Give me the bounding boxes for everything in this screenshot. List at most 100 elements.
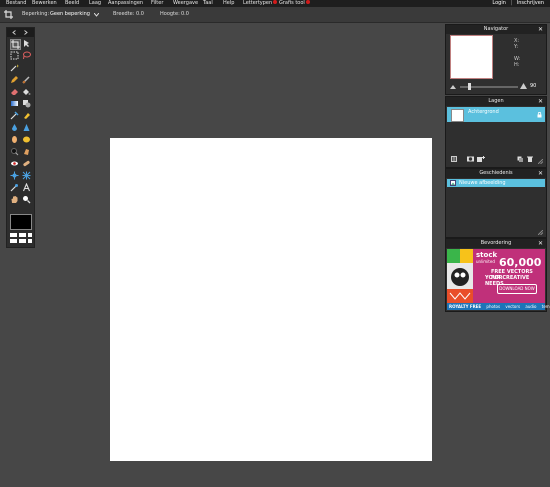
menu-weergave[interactable]: Weergave xyxy=(173,0,198,7)
close-icon[interactable]: ✕ xyxy=(538,97,543,106)
eraser-tool-button[interactable] xyxy=(10,87,19,96)
view-mode-5[interactable] xyxy=(19,239,26,243)
zoom-magnifier-icon xyxy=(23,196,31,204)
resize-grip-icon[interactable] xyxy=(538,159,543,164)
view-mode-3[interactable] xyxy=(28,233,32,237)
zoom-slider-handle[interactable] xyxy=(468,83,471,90)
ad-brand: stock xyxy=(476,251,498,259)
promotion-panel: Bevordering ✕ stock unlimited 60,000 FRE… xyxy=(445,238,550,312)
wand-tool-button[interactable] xyxy=(10,63,19,72)
text-tool-button[interactable] xyxy=(22,182,31,192)
menu-bewerken[interactable]: Bewerken xyxy=(32,0,57,7)
register-link[interactable]: Inschrijven xyxy=(517,0,544,6)
close-icon[interactable]: ✕ xyxy=(538,25,543,34)
marquee-tool-button[interactable] xyxy=(10,51,19,60)
view-mode-2[interactable] xyxy=(19,233,26,237)
height-input[interactable]: 0.0 xyxy=(181,7,189,22)
spot-heal-tool-button[interactable] xyxy=(22,159,31,168)
navigator-thumbnail[interactable] xyxy=(450,35,493,79)
layer-settings-icon[interactable] xyxy=(451,156,457,162)
history-item[interactable]: Nieuwe afbeelding xyxy=(447,179,545,187)
burn-tool-button[interactable] xyxy=(22,147,31,156)
red-eye-tool-button[interactable] xyxy=(10,159,19,168)
magic-wand-icon xyxy=(10,64,19,72)
new-layer-icon[interactable] xyxy=(477,156,485,162)
dodge-tool-button[interactable] xyxy=(10,147,19,156)
sponge-tool-button[interactable] xyxy=(22,135,31,144)
navigator-title: Navigator xyxy=(483,26,509,32)
ad-footer-item[interactable]: audio xyxy=(525,304,536,309)
pinch-icon xyxy=(22,171,31,180)
ad-footer-item[interactable]: photos xyxy=(486,304,500,309)
close-icon[interactable]: ✕ xyxy=(538,169,543,178)
ad-banner[interactable]: stock unlimited 60,000 FREE VECTORS FOR … xyxy=(447,249,545,303)
menu-aanpassingen[interactable]: Aanpassingen xyxy=(108,0,143,7)
pinch-tool-button[interactable] xyxy=(22,171,31,180)
promotion-title: Bevordering xyxy=(480,240,512,246)
picker-tool-button[interactable] xyxy=(10,183,19,192)
menu-taal[interactable]: Taal xyxy=(203,0,213,7)
crop-constraint-select[interactable]: Geen beperking xyxy=(50,7,90,22)
menu-lettertypen[interactable]: Lettertypen xyxy=(243,0,278,7)
account-separator: | xyxy=(510,0,513,6)
chevron-right-icon[interactable] xyxy=(23,30,28,35)
view-mode-1[interactable] xyxy=(10,233,17,237)
close-icon[interactable]: ✕ xyxy=(538,239,543,248)
ad-download-button[interactable]: DOWNLOAD NOW xyxy=(497,284,537,294)
zoom-out-mountain-icon[interactable] xyxy=(450,84,456,89)
red-eye-icon xyxy=(11,161,18,166)
width-label: Breedte: xyxy=(113,11,135,17)
brush-tool-button[interactable] xyxy=(22,75,31,84)
zoom-tool-button[interactable] xyxy=(22,195,31,204)
view-mode-6[interactable] xyxy=(28,239,32,243)
text-a-icon xyxy=(22,182,31,192)
pencil-tool-button[interactable] xyxy=(10,75,19,84)
duplicate-layer-icon[interactable] xyxy=(517,156,523,162)
layers-header: Lagen ✕ xyxy=(446,97,546,106)
toolbox xyxy=(6,27,35,248)
replace-color-tool-button[interactable] xyxy=(22,111,31,120)
history-item-label: Nieuwe afbeelding xyxy=(459,180,506,186)
hand-tool-button[interactable] xyxy=(10,195,19,204)
lasso-tool-button[interactable] xyxy=(22,51,31,60)
lock-icon[interactable] xyxy=(537,112,542,118)
clone-tool-button[interactable] xyxy=(10,111,19,120)
view-mode-4[interactable] xyxy=(10,239,17,243)
chevron-left-icon[interactable] xyxy=(12,30,17,35)
burn-hand-icon xyxy=(24,149,29,155)
ad-footer-item[interactable]: vectors xyxy=(505,304,520,309)
chevron-down-icon[interactable] xyxy=(94,13,99,17)
layer-row[interactable]: Achtergrond xyxy=(447,107,545,122)
width-input[interactable]: 0.0 xyxy=(136,7,144,22)
gradient-tool-button[interactable] xyxy=(10,99,19,108)
shape-tool-button[interactable] xyxy=(22,99,31,108)
menu-bestand[interactable]: Bestand xyxy=(6,0,26,7)
move-tool-button[interactable] xyxy=(22,39,31,48)
layers-title: Lagen xyxy=(488,98,504,104)
menu-beeld[interactable]: Beeld xyxy=(65,0,79,7)
menu-laag[interactable]: Laag xyxy=(89,0,101,7)
login-link[interactable]: Login xyxy=(492,0,506,6)
menu-help[interactable]: Help xyxy=(223,0,234,7)
move-arrow-icon xyxy=(24,40,29,47)
zoom-in-mountain-icon[interactable] xyxy=(520,83,527,89)
ad-footer-item[interactable]: templates xyxy=(542,304,550,309)
ad-count: 60,000 xyxy=(499,256,542,269)
crop-constraint-label: Beperking: xyxy=(22,11,50,17)
blur-drop-icon xyxy=(12,124,17,131)
promotion-header: Bevordering ✕ xyxy=(446,239,546,248)
zoom-value[interactable]: 90 xyxy=(530,83,536,89)
layer-mask-icon[interactable] xyxy=(467,156,474,162)
crop-tool-button[interactable] xyxy=(10,39,21,50)
blur-tool-button[interactable] xyxy=(10,123,19,132)
fill-tool-button[interactable] xyxy=(22,87,31,96)
smudge-tool-button[interactable] xyxy=(10,135,19,144)
sharpen-tool-button[interactable] xyxy=(22,123,31,132)
menu-filter[interactable]: Filter xyxy=(151,0,163,7)
image-canvas[interactable] xyxy=(110,138,432,461)
bloat-tool-button[interactable] xyxy=(10,171,19,180)
foreground-color-swatch[interactable] xyxy=(10,214,32,230)
resize-grip-icon[interactable] xyxy=(538,230,543,235)
menu-grafis-tool[interactable]: Grafis tool xyxy=(279,0,310,7)
trash-icon[interactable] xyxy=(527,156,533,162)
